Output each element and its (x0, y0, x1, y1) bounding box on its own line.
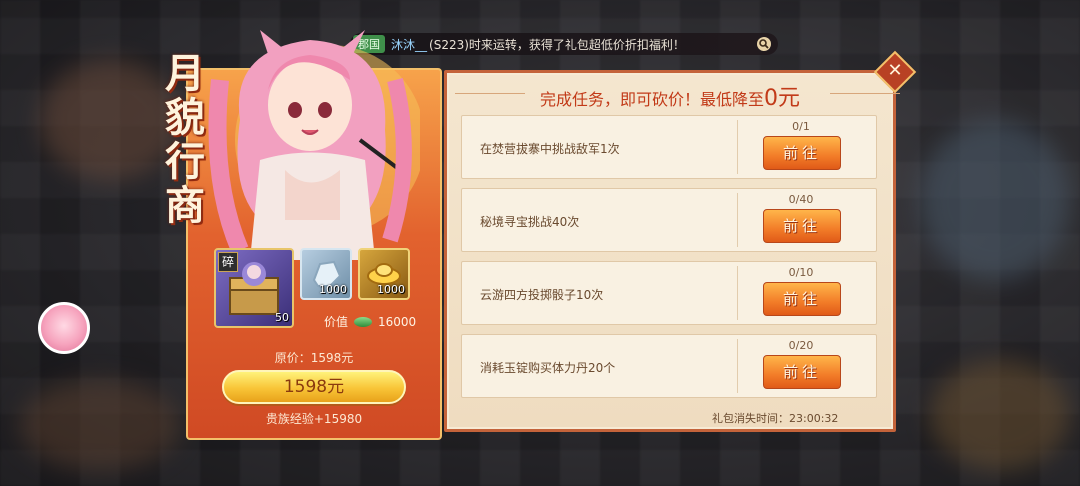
silver-ore-icon[interactable]: 1000 (300, 248, 352, 300)
task-progress: 0/40 (788, 193, 814, 206)
go-button[interactable]: 前往 (763, 209, 841, 243)
title-char-2: 貌 (165, 94, 205, 141)
silver-ore-qty: 1000 (319, 283, 347, 296)
background-blur-3 (20, 380, 180, 470)
title-char-4: 商 (165, 182, 205, 229)
task-progress: 0/10 (788, 266, 814, 279)
fragment-badge: 碎 (218, 252, 238, 272)
merchant-title: 月 貌 行 商 (158, 52, 212, 228)
background-blur-4 (930, 360, 1070, 470)
original-price: 原价：1598元 (274, 351, 354, 365)
background-blur-2 (920, 120, 1070, 280)
heading-price: 0元 (764, 86, 800, 111)
task-row: 消耗玉锭购买体力丹20个 0/20 前往 (461, 334, 877, 398)
title-char-3: 行 (165, 138, 205, 185)
player-avatar[interactable] (38, 302, 90, 354)
task-row: 在焚营拔寨中挑战敌军1次 0/1 前往 (461, 115, 877, 179)
broadcast-message: (S223)时来运转，获得了礼包超低价折扣福利！ (429, 37, 685, 52)
chest-qty: 50 (275, 311, 289, 324)
gold-ingot-icon[interactable]: 1000 (358, 248, 410, 300)
buy-button[interactable]: 1598元 (222, 370, 406, 404)
magnifier-icon[interactable] (756, 36, 772, 52)
value-label: 价值 (324, 315, 349, 329)
task-heading: 完成任务，即可砍价！最低降至0元 (444, 80, 896, 112)
jade-currency-icon (354, 316, 373, 327)
task-row: 秘境寻宝挑战40次 0/40 前往 (461, 188, 877, 252)
pack-expire-time: 礼包消失时间：23:00:32 (712, 412, 839, 425)
gold-ingot-qty: 1000 (377, 283, 405, 296)
task-name: 秘境寻宝挑战40次 (480, 215, 580, 229)
task-progress: 0/20 (788, 339, 814, 352)
task-name: 云游四方投掷骰子10次 (480, 288, 604, 302)
task-name: 消耗玉锭购买体力丹20个 (480, 361, 616, 375)
go-button[interactable]: 前往 (763, 136, 841, 170)
task-progress: 0/1 (792, 120, 810, 133)
title-char-1: 月 (165, 50, 205, 97)
go-button[interactable]: 前往 (763, 355, 841, 389)
task-row: 云游四方投掷骰子10次 0/10 前往 (461, 261, 877, 325)
value-amount: 16000 (378, 314, 417, 329)
pack-value: 价值 16000 (324, 313, 416, 330)
treasure-chest-fragment-icon[interactable]: 碎 50 (214, 248, 294, 328)
noble-exp: 贵族经验+15980 (265, 412, 363, 426)
task-name: 在焚营拔寨中挑战敌军1次 (480, 142, 620, 156)
heading-text: 完成任务，即可砍价！最低降至 (539, 90, 764, 109)
go-button[interactable]: 前往 (763, 282, 841, 316)
merchant-character-illustration (208, 30, 420, 260)
